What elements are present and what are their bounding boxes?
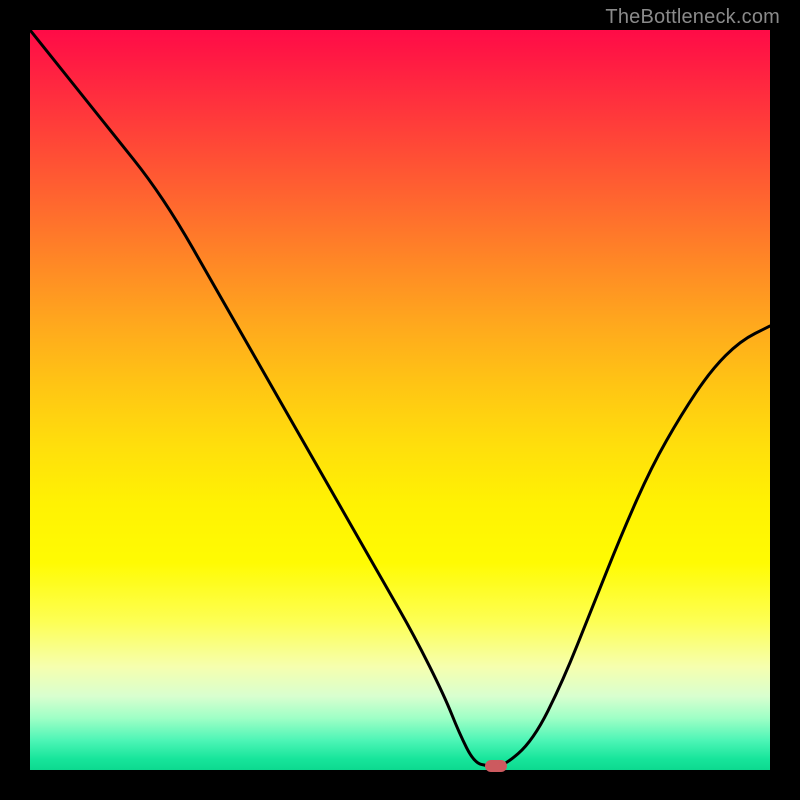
optimal-point-marker: [485, 760, 507, 772]
plot-area: [30, 30, 770, 770]
bottleneck-curve: [30, 30, 770, 770]
chart-frame: TheBottleneck.com: [0, 0, 800, 800]
watermark-text: TheBottleneck.com: [605, 6, 780, 29]
